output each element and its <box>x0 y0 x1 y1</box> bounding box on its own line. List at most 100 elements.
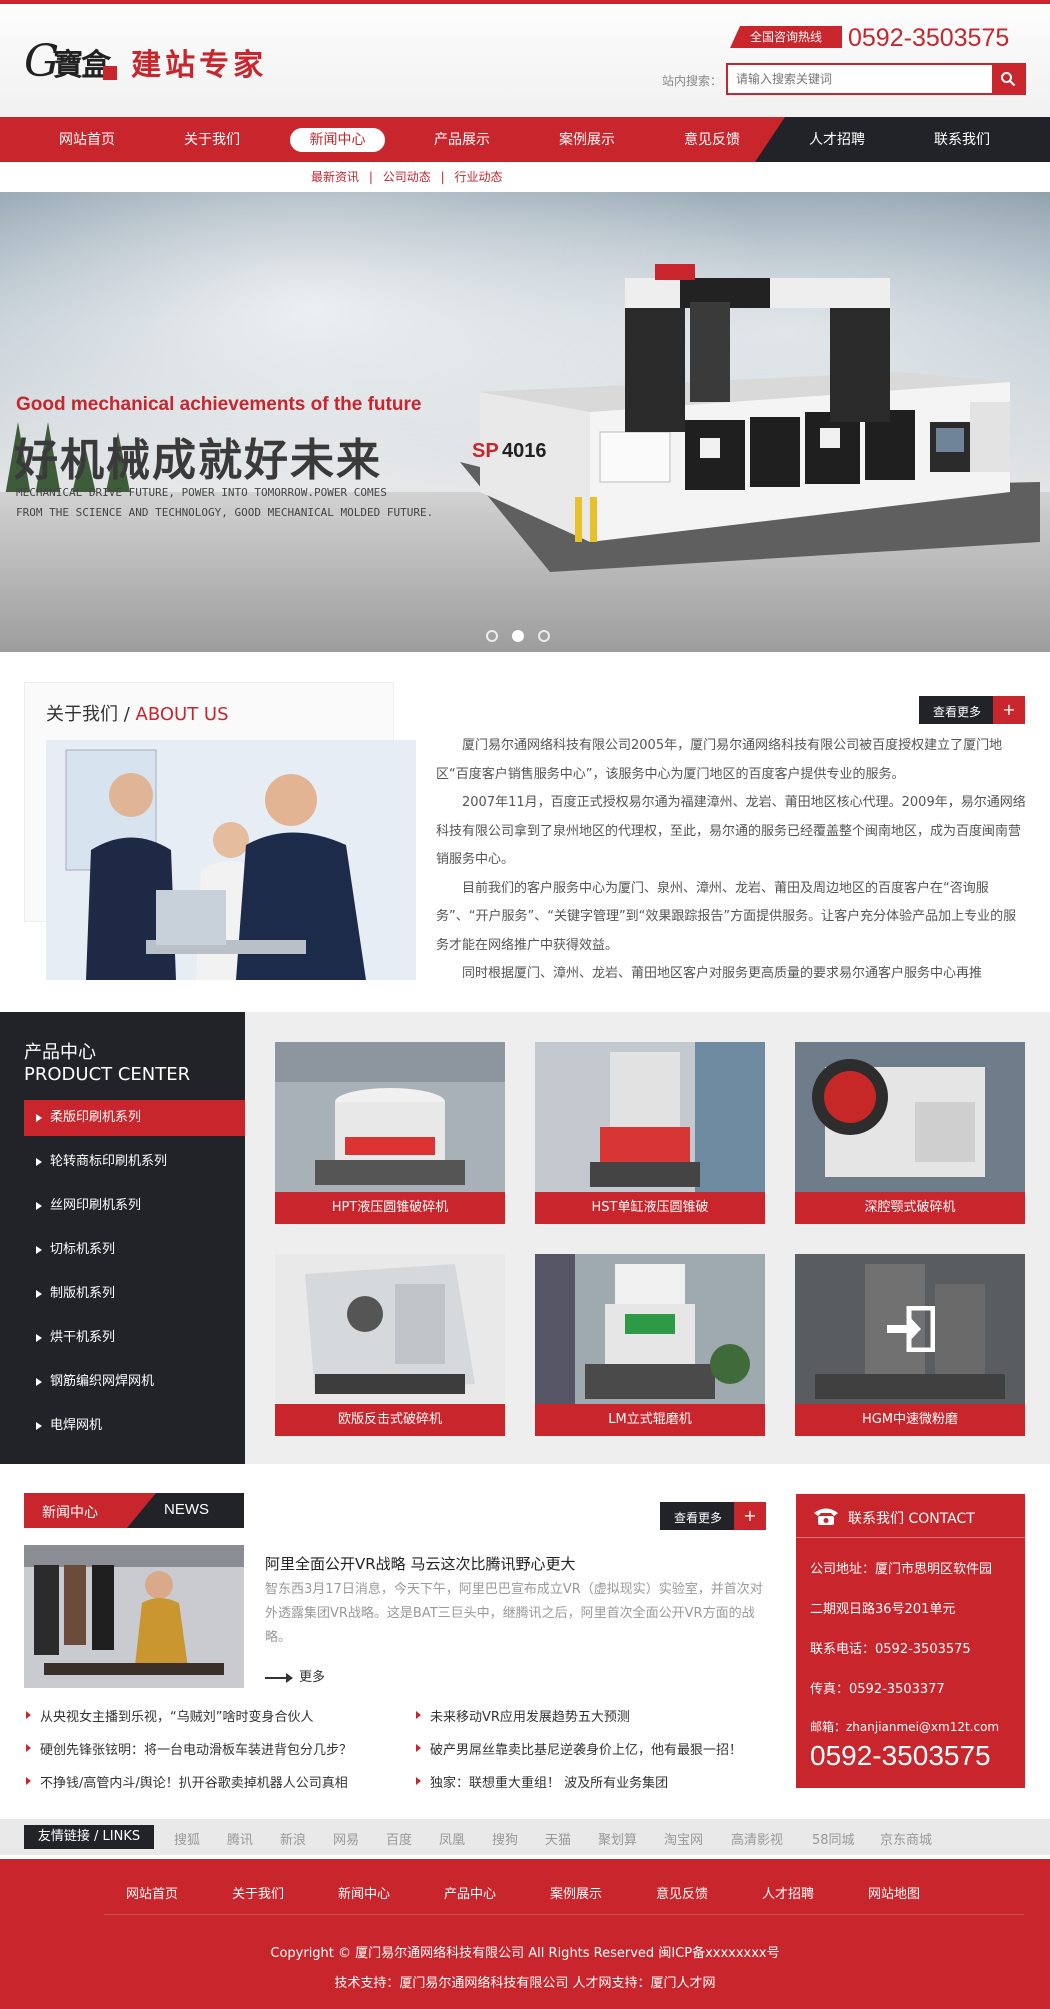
news-list-item[interactable]: 从央视女主播到乐视，“乌贼刘”啥时变身合伙人 <box>25 1706 313 1725</box>
product-name: 深腔颚式破碎机 <box>795 1192 1025 1224</box>
plus-icon: + <box>734 1502 766 1530</box>
about-more-button[interactable]: 查看更多 + <box>919 696 1025 724</box>
friend-link[interactable]: 搜狗 <box>492 1829 518 1848</box>
product-card[interactable]: HGM中速微粉磨 <box>795 1254 1025 1436</box>
news-list-item[interactable]: 破产男屌丝靠卖比基尼逆袭身价上亿，他有最狠一招！ <box>415 1739 742 1758</box>
nav-item-products[interactable]: 产品展示 <box>412 128 512 152</box>
product-card[interactable]: 欧版反击式破碎机 <box>275 1254 505 1436</box>
friend-link[interactable]: 淘宝网 <box>664 1829 703 1848</box>
search-input[interactable] <box>736 70 986 88</box>
news-featured-title[interactable]: 阿里全面公开VR战略 马云这次比腾讯野心更大 <box>265 1553 575 1574</box>
contact-phone: 联系电话：0592-3503575 <box>810 1642 971 1657</box>
page: G 寶盒 建站专家 全国咨询热线 0592-3503575 站内搜索： 网站首页… <box>0 0 1050 2009</box>
footer-copyright: Copyright © 厦门易尔通网络科技有限公司 All Rights Res… <box>270 1946 780 1961</box>
hotline-label: 全国咨询热线 <box>730 26 842 48</box>
site-logo[interactable]: G 寶盒 建站专家 <box>24 36 267 88</box>
friend-link[interactable]: 新浪 <box>280 1829 306 1848</box>
subnav-item-company[interactable]: 公司动态 <box>383 170 431 184</box>
contact-email[interactable]: 邮箱：zhanjianmei@xm12t.com <box>810 1718 999 1735</box>
news-header: 新闻中心 NEWS <box>24 1493 244 1528</box>
product-name: HPT液压圆锥破碎机 <box>275 1192 505 1224</box>
about-title-en: ABOUT US <box>135 704 229 725</box>
news-featured-photo[interactable] <box>24 1545 244 1688</box>
arrow-right-icon <box>265 1672 293 1683</box>
slide-dot[interactable] <box>538 630 550 642</box>
nav-item-jobs[interactable]: 人才招聘 <box>787 128 887 152</box>
product-category-item[interactable]: 烘干机系列 <box>24 1320 245 1356</box>
friend-links-label: 友情链接 / LINKS <box>24 1825 154 1849</box>
logo-name: 寶盒 <box>53 48 111 83</box>
footer: 网站首页 关于我们 新闻中心 产品中心 案例展示 意见反馈 人才招聘 网站地图 … <box>0 1859 1050 2009</box>
product-card[interactable]: HST单缸液压圆锥破 <box>535 1042 765 1224</box>
contact-big-phone: 0592-3503575 <box>810 1740 991 1771</box>
news-list-item[interactable]: 未来移动VR应用发展趋势五大预测 <box>416 1706 630 1725</box>
news-more-button[interactable]: 查看更多 + <box>660 1502 766 1530</box>
footer-nav-item[interactable]: 产品中心 <box>444 1883 496 1902</box>
about-team-photo <box>46 740 416 980</box>
friend-link[interactable]: 百度 <box>386 1829 412 1848</box>
contact-address: 公司地址：厦门市思明区软件园 <box>810 1562 993 1577</box>
contact-title: 联系我们 CONTACT <box>848 1511 975 1527</box>
news-featured-more-link[interactable]: 更多 <box>265 1666 325 1685</box>
footer-nav-item[interactable]: 网站地图 <box>868 1883 920 1902</box>
nav-item-cases[interactable]: 案例展示 <box>537 128 637 152</box>
footer-nav-item[interactable]: 案例展示 <box>550 1883 602 1902</box>
product-category-item[interactable]: 制版机系列 <box>24 1276 245 1312</box>
friend-link[interactable]: 搜狐 <box>174 1829 200 1848</box>
slide-dot-active[interactable] <box>512 630 524 642</box>
more-link-label: 更多 <box>299 1670 326 1685</box>
news-list-item[interactable]: 不挣钱/高管内斗/舆论！扒开谷歌卖掉机器人公司真相 <box>26 1772 348 1791</box>
product-category-item[interactable]: 切标机系列 <box>24 1232 245 1268</box>
friend-link[interactable]: 高清影视 <box>731 1829 783 1848</box>
search-button[interactable] <box>992 65 1024 93</box>
nav-item-contact[interactable]: 联系我们 <box>912 128 1012 152</box>
sub-nav: 最新资讯 | 公司动态 | 行业动态 <box>308 168 505 185</box>
about-more-label: 查看更多 <box>933 705 982 719</box>
slide-dot[interactable] <box>486 630 498 642</box>
arrow-right-icon <box>36 1334 42 1342</box>
banner-headline-en: Good mechanical achievements of the futu… <box>16 394 422 415</box>
svg-text:SP: SP <box>472 440 499 462</box>
friend-link[interactable]: 凤凰 <box>439 1829 465 1848</box>
about-title-cn: 关于我们 / <box>46 704 130 725</box>
subnav-item-latest[interactable]: 最新资讯 <box>311 170 359 184</box>
footer-nav-item[interactable]: 网站首页 <box>126 1883 178 1902</box>
friend-link[interactable]: 网易 <box>333 1829 359 1848</box>
product-category-item[interactable]: 柔版印刷机系列 <box>24 1100 245 1136</box>
nav-item-home[interactable]: 网站首页 <box>37 128 137 152</box>
product-section: 产品中心 PRODUCT CENTER 柔版印刷机系列 轮转商标印刷机系列 丝网… <box>0 1012 1050 1464</box>
friend-link[interactable]: 58同城 <box>812 1829 855 1848</box>
about-title: 关于我们 / ABOUT US <box>46 700 229 726</box>
friend-link[interactable]: 聚划算 <box>598 1829 637 1848</box>
nav-item-about[interactable]: 关于我们 <box>162 128 262 152</box>
nav-item-news[interactable]: 新闻中心 <box>290 128 385 152</box>
news-list-item[interactable]: 硬创先锋张铉明：将一台电动滑板车装进背包分几步？ <box>25 1739 352 1758</box>
subnav-item-industry[interactable]: 行业动态 <box>454 170 502 184</box>
product-category-item[interactable]: 丝网印刷机系列 <box>24 1188 245 1224</box>
news-list-item[interactable]: 独家：联想重大重组！ 波及所有业务集团 <box>415 1772 668 1791</box>
product-card[interactable]: LM立式辊磨机 <box>535 1254 765 1436</box>
product-title-en: PRODUCT CENTER <box>24 1064 191 1085</box>
hero-banner[interactable]: Good mechanical achievements of the futu… <box>0 192 1050 652</box>
friend-link[interactable]: 京东商城 <box>880 1829 932 1848</box>
search-box <box>726 63 1026 95</box>
friend-link[interactable]: 腾讯 <box>227 1829 253 1848</box>
svg-text:4016: 4016 <box>502 440 547 462</box>
footer-nav-item[interactable]: 意见反馈 <box>656 1883 708 1902</box>
product-card[interactable]: 深腔颚式破碎机 <box>795 1042 1025 1224</box>
product-category-item[interactable]: 电焊网机 <box>24 1408 245 1444</box>
footer-nav-item[interactable]: 新闻中心 <box>338 1883 390 1902</box>
friend-link[interactable]: 天猫 <box>545 1829 571 1848</box>
news-title-cn: 新闻中心 <box>42 1505 98 1521</box>
nav-item-feedback[interactable]: 意见反馈 <box>662 128 762 152</box>
product-name: HGM中速微粉磨 <box>795 1404 1025 1436</box>
plus-icon: + <box>993 696 1025 724</box>
product-category-item[interactable]: 轮转商标印刷机系列 <box>24 1144 245 1180</box>
search-icon <box>1001 72 1016 87</box>
cnc-machine-image: SP 4016 <box>460 264 1040 572</box>
footer-nav-item[interactable]: 关于我们 <box>232 1883 284 1902</box>
product-category-item[interactable]: 钢筋编织网焊网机 <box>24 1364 245 1400</box>
banner-headline-cn: 好机械成就好未来 <box>14 435 382 486</box>
footer-nav-item[interactable]: 人才招聘 <box>762 1883 814 1902</box>
product-card[interactable]: HPT液压圆锥破碎机 <box>275 1042 505 1224</box>
